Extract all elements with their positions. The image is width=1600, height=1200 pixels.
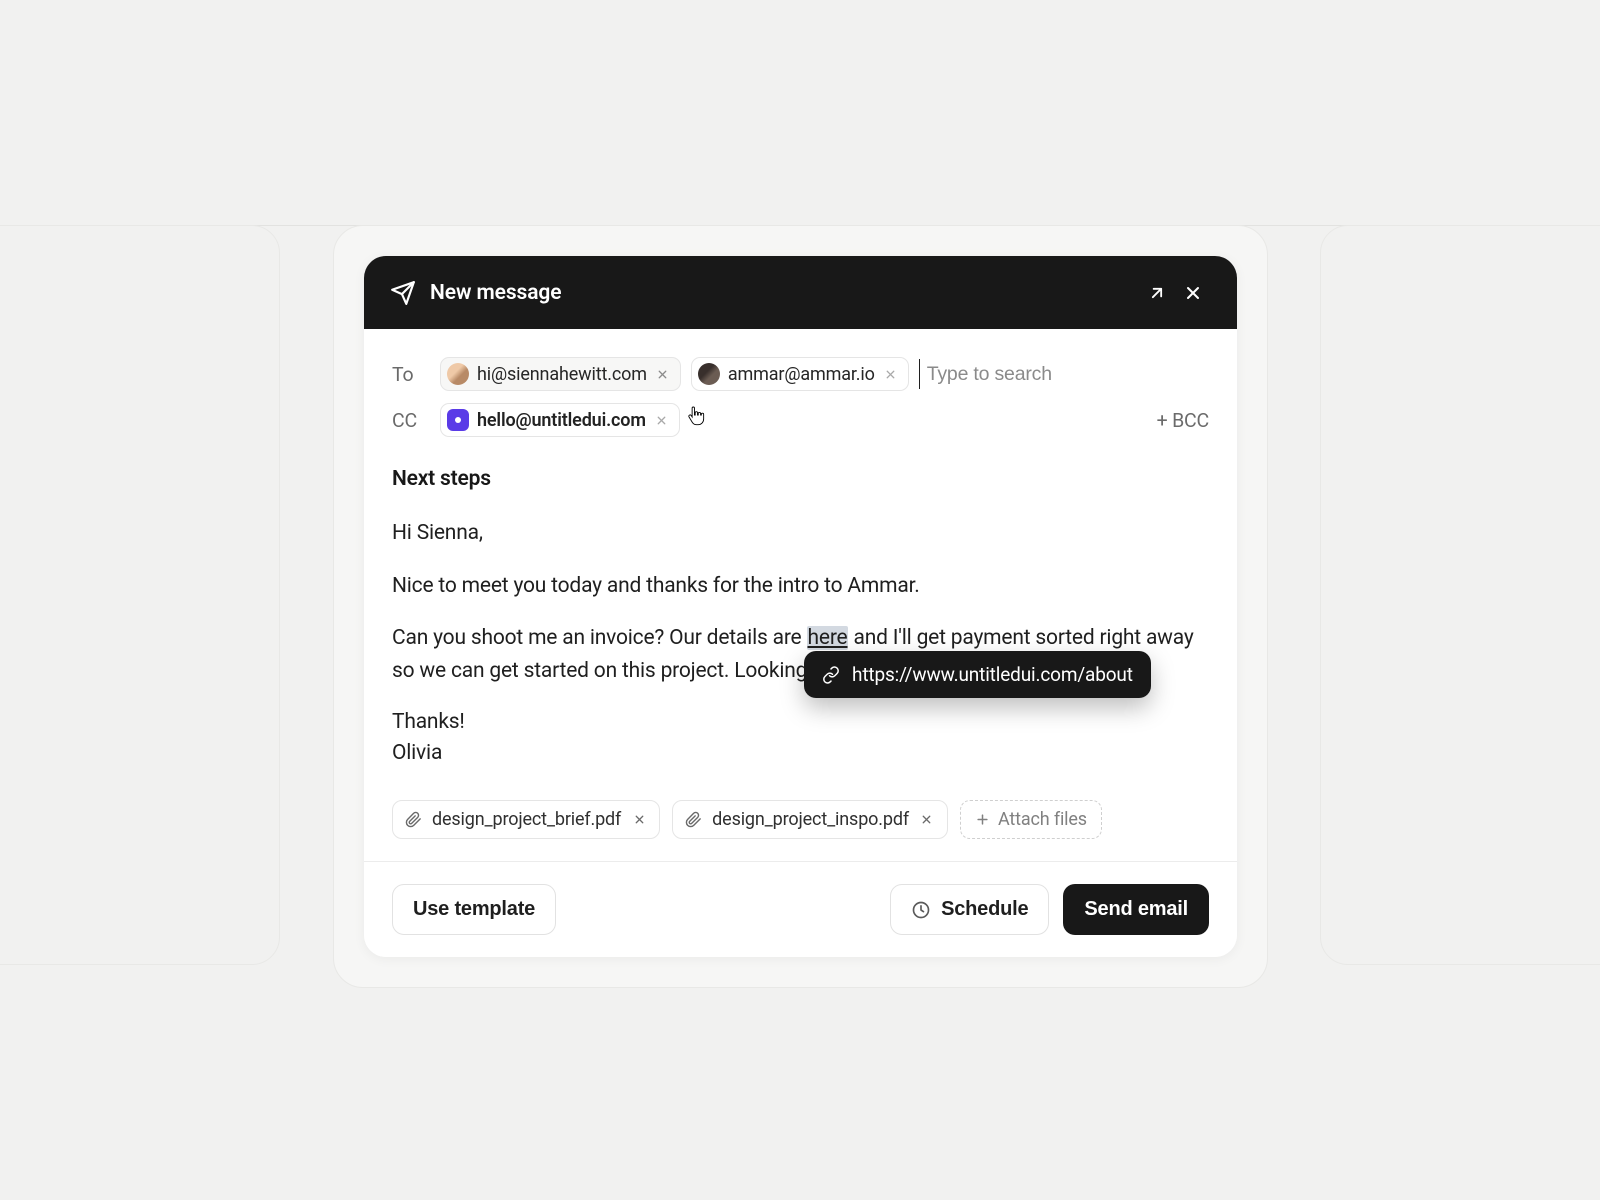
modal-header: New message bbox=[364, 256, 1237, 329]
compose-modal: New message To hi@siennahewitt.com bbox=[364, 256, 1237, 957]
cc-chip[interactable]: hello@untitledui.com bbox=[440, 403, 680, 437]
cc-label: CC bbox=[392, 409, 440, 432]
body-signature: Thanks! Olivia bbox=[392, 707, 1209, 768]
attachment-name: design_project_brief.pdf bbox=[432, 809, 621, 830]
logo-icon bbox=[447, 409, 469, 431]
attachments-row: design_project_brief.pdf design_project_… bbox=[392, 800, 1209, 839]
attach-files-button[interactable]: Attach files bbox=[960, 800, 1102, 839]
background-card-right bbox=[1320, 225, 1600, 965]
remove-cc-icon[interactable] bbox=[654, 412, 670, 428]
attachment-chip[interactable]: design_project_brief.pdf bbox=[392, 800, 660, 839]
modal-footer: Use template Schedule Send email bbox=[364, 861, 1237, 957]
subject-field[interactable]: Next steps bbox=[392, 467, 1209, 491]
remove-recipient-icon[interactable] bbox=[883, 366, 899, 382]
add-bcc-button[interactable]: + BCC bbox=[1157, 409, 1209, 432]
recipient-search-input[interactable] bbox=[919, 359, 1119, 389]
remove-attachment-icon[interactable] bbox=[919, 812, 935, 828]
paperclip-icon bbox=[685, 811, 702, 828]
attachment-chip[interactable]: design_project_inspo.pdf bbox=[672, 800, 948, 839]
body-greeting: Hi Sienna, bbox=[392, 517, 1209, 550]
recipient-email: hi@siennahewitt.com bbox=[477, 364, 647, 385]
link-tooltip-url: https://www.untitledui.com/about bbox=[852, 663, 1133, 686]
cc-row: CC hello@untitledui.com + BCC bbox=[392, 403, 1209, 437]
modal-title: New message bbox=[430, 281, 561, 305]
recipient-chip[interactable]: hi@siennahewitt.com bbox=[440, 357, 681, 391]
body-link[interactable]: here bbox=[807, 626, 849, 650]
expand-button[interactable] bbox=[1139, 275, 1175, 311]
modal-body: To hi@siennahewitt.com ammar@ammar.io bbox=[364, 329, 1237, 861]
schedule-button[interactable]: Schedule bbox=[890, 884, 1049, 935]
clock-icon bbox=[911, 900, 931, 920]
compose-wrapper: New message To hi@siennahewitt.com bbox=[333, 225, 1268, 988]
to-row: To hi@siennahewitt.com ammar@ammar.io bbox=[392, 357, 1209, 391]
send-icon bbox=[390, 280, 416, 306]
use-template-button[interactable]: Use template bbox=[392, 884, 556, 935]
paperclip-icon bbox=[405, 811, 422, 828]
cc-email: hello@untitledui.com bbox=[477, 410, 646, 431]
avatar-icon bbox=[698, 363, 720, 385]
body-paragraph: Nice to meet you today and thanks for th… bbox=[392, 570, 1209, 603]
remove-attachment-icon[interactable] bbox=[631, 812, 647, 828]
link-icon bbox=[822, 666, 840, 684]
close-button[interactable] bbox=[1175, 275, 1211, 311]
to-label: To bbox=[392, 363, 440, 386]
attachment-name: design_project_inspo.pdf bbox=[712, 809, 909, 830]
background-card-left bbox=[0, 225, 280, 965]
plus-icon bbox=[975, 812, 990, 827]
attach-files-label: Attach files bbox=[998, 809, 1087, 830]
message-body[interactable]: Hi Sienna, Nice to meet you today and th… bbox=[392, 517, 1209, 768]
send-email-button[interactable]: Send email bbox=[1063, 884, 1209, 935]
link-tooltip[interactable]: https://www.untitledui.com/about bbox=[804, 651, 1151, 698]
remove-recipient-icon[interactable] bbox=[655, 366, 671, 382]
avatar-icon bbox=[447, 363, 469, 385]
recipient-email: ammar@ammar.io bbox=[728, 364, 875, 385]
recipient-chip[interactable]: ammar@ammar.io bbox=[691, 357, 909, 391]
